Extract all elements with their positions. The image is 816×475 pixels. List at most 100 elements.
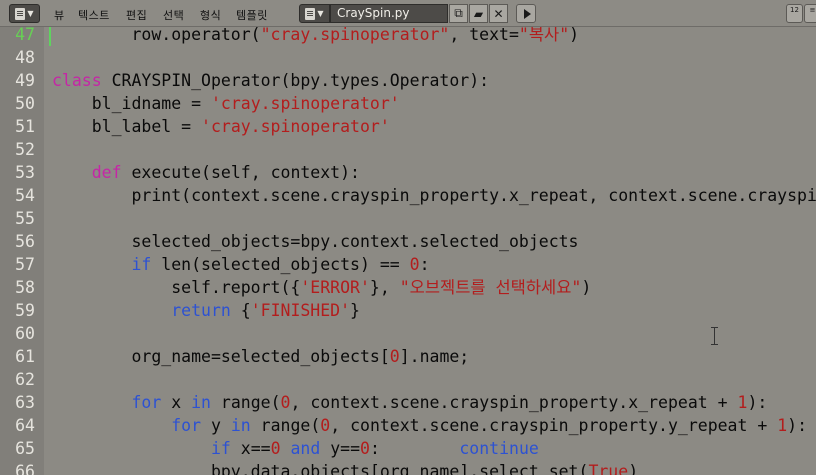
word-wrap-icon: ≡ bbox=[809, 6, 816, 14]
line-text: bl_label = 'cray.spinoperator' bbox=[52, 115, 390, 138]
code-line[interactable]: 64 for y in range(0, context.scene.crays… bbox=[0, 414, 816, 437]
line-number: 50 bbox=[15, 94, 35, 113]
word-wrap-toggle[interactable]: ≡ bbox=[804, 4, 816, 23]
line-text: for x in range(0, context.scene.crayspin… bbox=[52, 391, 767, 414]
duplicate-icon[interactable]: ⧉ bbox=[449, 4, 468, 23]
code-token: ): bbox=[747, 393, 768, 412]
filename-field[interactable]: CraySpin.py bbox=[330, 4, 448, 23]
line-number: 57 bbox=[15, 255, 35, 274]
code-token: range( bbox=[210, 393, 281, 412]
line-text: def execute(self, context): bbox=[52, 161, 360, 184]
code-token: "cray.spinoperator" bbox=[260, 27, 450, 44]
code-token: bpy.data.objects[org_name].select_set( bbox=[52, 462, 589, 475]
code-line[interactable]: 57 if len(selected_objects) == 0: bbox=[0, 253, 816, 276]
code-line[interactable]: 52 bbox=[0, 138, 816, 161]
play-icon bbox=[523, 8, 531, 19]
code-line[interactable]: 66 bpy.data.objects[org_name].select_set… bbox=[0, 460, 816, 475]
code-token: "오브젝트를 선택하세요" bbox=[399, 278, 582, 297]
code-token: x== bbox=[230, 439, 271, 458]
code-token: y== bbox=[320, 439, 361, 458]
line-text: row.operator("cray.spinoperator", text="… bbox=[52, 27, 579, 46]
line-text: class CRAYSPIN_Operator(bpy.types.Operat… bbox=[52, 69, 489, 92]
code-line[interactable]: 50 bl_idname = 'cray.spinoperator' bbox=[0, 92, 816, 115]
code-token: len(selected_objects) == bbox=[151, 255, 410, 274]
run-script-button[interactable] bbox=[516, 4, 536, 23]
code-token: 0 bbox=[360, 439, 370, 458]
code-line[interactable]: 49 class CRAYSPIN_Operator(bpy.types.Oper… bbox=[0, 69, 816, 92]
code-token: 0 bbox=[409, 255, 420, 274]
open-folder-icon[interactable]: ▰ bbox=[469, 4, 488, 23]
line-number: 60 bbox=[15, 324, 35, 343]
code-token: }, bbox=[369, 278, 400, 297]
text-browse-button[interactable]: ▼ bbox=[299, 4, 330, 23]
code-token: 'cray.spinoperator' bbox=[201, 117, 390, 136]
code-token: : bbox=[419, 255, 430, 274]
code-token: execute(self, context): bbox=[121, 163, 360, 182]
code-token: row.operator( bbox=[52, 27, 261, 44]
line-number: 64 bbox=[15, 416, 35, 435]
line-text: if len(selected_objects) == 0: bbox=[52, 253, 430, 276]
code-token: x bbox=[161, 393, 192, 412]
line-numbers-icon: 12 bbox=[790, 6, 799, 14]
code-line[interactable]: 63 for x in range(0, context.scene.crays… bbox=[0, 391, 816, 414]
menu-text[interactable]: 텍스트 bbox=[78, 7, 110, 23]
code-token: 'ERROR' bbox=[300, 278, 370, 297]
close-icon[interactable]: ✕ bbox=[489, 4, 508, 23]
code-token: print(context.scene.crayspin_property.x_… bbox=[131, 186, 816, 205]
code-token: : bbox=[369, 439, 460, 458]
code-token: ].name; bbox=[399, 347, 470, 366]
code-line[interactable]: 53 def execute(self, context): bbox=[0, 161, 816, 184]
code-line[interactable]: 56 selected_objects=bpy.context.selected… bbox=[0, 230, 816, 253]
code-line[interactable]: 60 bbox=[0, 322, 816, 345]
chevron-down-icon: ▼ bbox=[27, 8, 34, 18]
editor-type-button[interactable]: ▼ bbox=[9, 4, 40, 23]
line-text: return {'FINISHED'} bbox=[52, 299, 360, 322]
code-token: self.report({ bbox=[52, 278, 301, 297]
menu-format[interactable]: 형식 bbox=[200, 7, 221, 23]
code-token: y bbox=[201, 416, 231, 435]
code-line[interactable]: 55 bbox=[0, 207, 816, 230]
code-area[interactable]: 47 row.operator("cray.spinoperator", tex… bbox=[0, 27, 816, 475]
code-line[interactable]: 51 bl_label = 'cray.spinoperator' bbox=[0, 115, 816, 138]
code-line[interactable]: 65 if x==0 and y==0: continue bbox=[0, 437, 816, 460]
code-token: org_name=selected_objects[ bbox=[52, 347, 390, 366]
line-numbers-toggle[interactable]: 12 bbox=[786, 4, 803, 23]
code-token: in bbox=[191, 393, 211, 412]
code-token: for bbox=[131, 393, 162, 412]
menu-templates[interactable]: 템플릿 bbox=[236, 7, 268, 23]
code-line[interactable]: 59 return {'FINISHED'} bbox=[0, 299, 816, 322]
code-token: , context.scene.crayspin_property.x_repe… bbox=[290, 393, 738, 412]
code-line[interactable]: 48 bbox=[0, 46, 816, 69]
code-token: class bbox=[52, 71, 102, 90]
line-number: 53 bbox=[15, 163, 35, 182]
code-line[interactable]: 54 print(context.scene.crayspin_property… bbox=[0, 184, 816, 207]
menu-view[interactable]: 뷰 bbox=[54, 7, 65, 23]
code-token: range( bbox=[250, 416, 321, 435]
code-line[interactable]: 47 row.operator("cray.spinoperator", tex… bbox=[0, 27, 816, 46]
code-token: , context.scene.crayspin_property.y_repe… bbox=[330, 416, 778, 435]
line-number: 61 bbox=[15, 347, 35, 366]
code-line[interactable]: 62 bbox=[0, 368, 816, 391]
line-text: selected_objects=bpy.context.selected_ob… bbox=[52, 230, 578, 253]
code-line[interactable]: 61 org_name=selected_objects[0].name; bbox=[0, 345, 816, 368]
line-text: org_name=selected_objects[0].name; bbox=[52, 345, 469, 368]
line-text: print(context.scene.crayspin_property.x_… bbox=[52, 184, 816, 207]
code-token: 'cray.spinoperator' bbox=[210, 94, 400, 113]
code-token: continue bbox=[459, 439, 539, 458]
text-cursor-icon bbox=[710, 327, 720, 345]
code-token: } bbox=[350, 301, 360, 320]
code-token: True bbox=[588, 462, 629, 475]
menu-select[interactable]: 선택 bbox=[163, 7, 184, 23]
line-number: 52 bbox=[15, 140, 35, 159]
code-line[interactable]: 58 self.report({'ERROR'}, "오브젝트를 선택하세요") bbox=[0, 276, 816, 299]
code-token: 0 bbox=[389, 347, 400, 366]
line-number: 54 bbox=[15, 186, 35, 205]
code-token: if bbox=[210, 439, 231, 458]
line-number: 51 bbox=[15, 117, 35, 136]
menu-edit[interactable]: 편집 bbox=[126, 7, 147, 23]
